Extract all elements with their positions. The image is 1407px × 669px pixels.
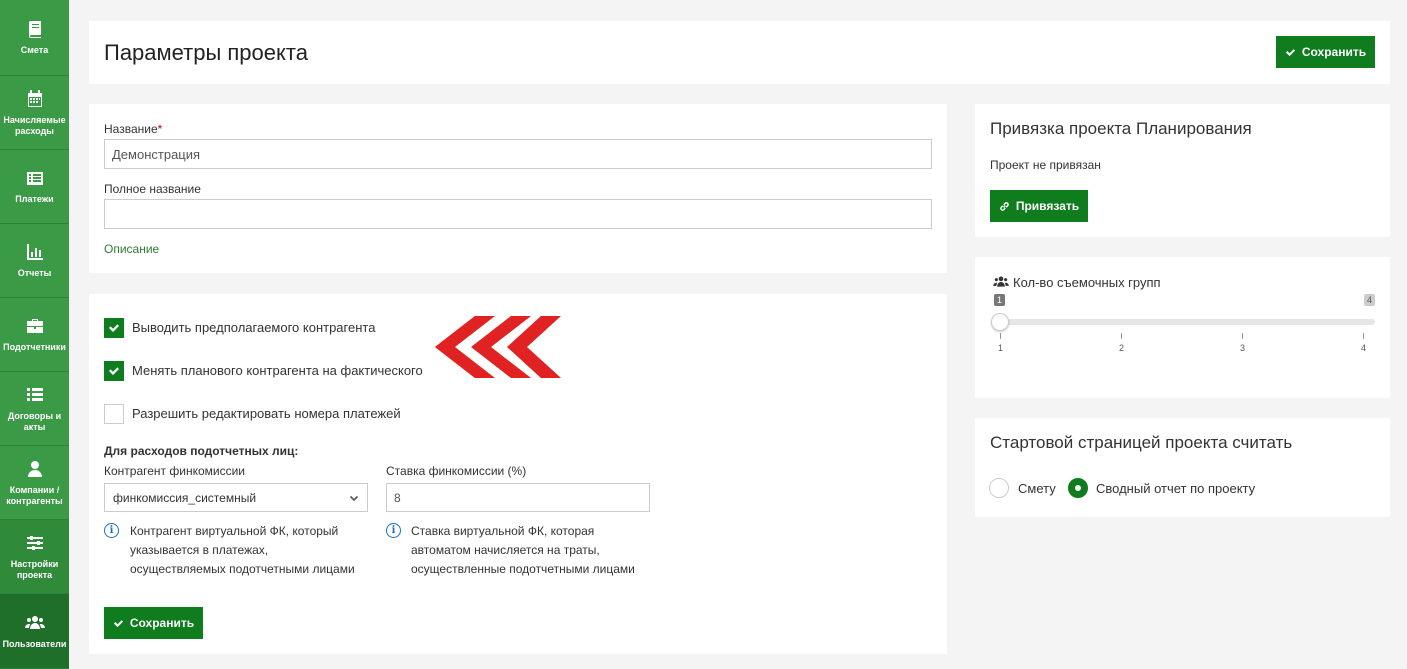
chevron-down-icon: [349, 495, 359, 501]
sidebar-item-label: Договоры и акты: [7, 410, 62, 432]
hint-line: Ставка виртуальной ФК, которая: [411, 524, 595, 538]
slider-tick-label: 2: [1119, 343, 1125, 353]
sidebar-item-estimate[interactable]: Смета: [0, 0, 69, 76]
options-save-button[interactable]: Сохранить: [104, 607, 203, 639]
check-icon: [113, 619, 123, 627]
options-save-label: Сохранить: [129, 616, 195, 630]
check-icon: [109, 367, 119, 375]
hint-line: автоматом начисляется на траты,: [411, 543, 600, 557]
briefcase-icon: [26, 319, 43, 333]
slider-tick: [1121, 333, 1122, 339]
accountable-heading: Для расходов подотчетных лиц:: [104, 444, 299, 458]
sidebar-item-label: Компании / контрагенты: [6, 484, 63, 506]
sidebar-item-label: Пользователи: [2, 638, 67, 649]
commission-rate-input[interactable]: 8: [386, 483, 650, 512]
sidebar-item-companies[interactable]: Компании / контрагенты: [0, 446, 69, 520]
slider-tick-label: 3: [1240, 343, 1246, 353]
check-icon: [1285, 48, 1295, 56]
start-page-radio-summary-label: Сводный отчет по проекту: [1096, 481, 1256, 496]
commission-counterparty-select[interactable]: финкомиссия_системный: [104, 483, 368, 512]
slider-tick-label: 4: [1361, 343, 1367, 353]
slider-tick: [1000, 333, 1001, 339]
bar-chart-icon: [26, 244, 43, 260]
sidebar-item-reports[interactable]: Отчеты: [0, 224, 69, 298]
sidebar-item-accountable[interactable]: Подотчетники: [0, 298, 69, 372]
chevron-left-arrow-icon: [435, 316, 561, 378]
hint-line: осуществленные подотчетными лицами: [411, 562, 635, 576]
slider-tick: [1363, 333, 1364, 339]
start-page-title: Стартовой страницей проекта считать: [990, 433, 1293, 452]
sidebar-item-label: Отчеты: [17, 268, 52, 278]
sidebar-item-users[interactable]: Пользователи: [0, 594, 69, 669]
planning-card: Привязка проекта Планирования Проект не …: [975, 104, 1390, 237]
list-icon: [26, 172, 43, 185]
project-name-card: Название* Демонстрация Полное название О…: [89, 104, 947, 273]
sidebar-item-payments[interactable]: Платежи: [0, 150, 69, 224]
planning-link-button[interactable]: Привязать: [990, 190, 1088, 222]
show-expected-counterparty-label: Выводить предполагаемого контрагента: [132, 320, 376, 335]
users-icon: [24, 615, 45, 629]
start-page-radio-summary[interactable]: [1068, 478, 1088, 498]
hint-line: осуществляемых подотчетными лицами: [130, 562, 355, 576]
book-icon: [28, 21, 41, 38]
change-planned-counterparty-label: Менять планового контрагента на фактичес…: [132, 363, 423, 378]
counterparty-hint: Контрагент виртуальной ФК, который указы…: [130, 522, 355, 579]
required-mark: *: [157, 122, 163, 136]
sidebar-item-contracts[interactable]: Договоры и акты: [0, 372, 69, 446]
name-label: Название*: [104, 122, 162, 136]
slider-min-badge: 1: [994, 294, 1006, 306]
hint-line: указывается в платежах,: [130, 543, 269, 557]
change-planned-counterparty-checkbox[interactable]: [104, 361, 124, 381]
sidebar-item-accrued-expenses[interactable]: Начисляемые расходы: [0, 76, 69, 150]
users-icon: [993, 276, 1009, 287]
slider-max-badge: 4: [1364, 294, 1376, 306]
sidebar-item-label: Настройки проекта: [10, 558, 59, 580]
user-icon: [27, 460, 42, 477]
planning-link-label: Привязать: [1015, 199, 1080, 213]
sidebar-item-label: Смета: [20, 45, 49, 55]
header-card: Параметры проекта Сохранить: [89, 21, 1390, 84]
hint-line: Контрагент виртуальной ФК, который: [130, 524, 339, 538]
info-icon: i: [104, 523, 119, 538]
sidebar-item-label: Платежи: [15, 194, 54, 204]
commission-rate-label: Ставка финкомиссии (%): [386, 464, 527, 478]
options-card: Выводить предполагаемого контрагента Мен…: [89, 294, 947, 654]
start-page-radio-estimate[interactable]: [989, 478, 1009, 498]
show-expected-counterparty-checkbox[interactable]: [104, 318, 124, 338]
slider-tick-label: 1: [998, 343, 1004, 353]
commission-counterparty-value: финкомиссия_системный: [113, 490, 257, 505]
crews-title: Кол-во съемочных групп: [1013, 275, 1161, 290]
header-save-button[interactable]: Сохранить: [1276, 36, 1375, 68]
sidebar-item-label: Подотчетники: [3, 342, 66, 352]
sidebar: Смета Начисляемые расходы Платежи Отчеты…: [0, 0, 69, 669]
sidebar-item-project-settings[interactable]: Настройки проекта: [0, 520, 69, 594]
crews-slider-track[interactable]: [991, 319, 1375, 325]
calendar-icon: [27, 89, 42, 107]
header-save-label: Сохранить: [1301, 45, 1367, 59]
allow-edit-payment-numbers-label: Разрешить редактировать номера платежей: [132, 406, 401, 421]
check-icon: [109, 324, 119, 332]
name-label-text: Название: [104, 122, 158, 136]
planning-status: Проект не привязан: [990, 158, 1101, 172]
description-link[interactable]: Описание: [104, 242, 159, 256]
slider-tick: [1242, 333, 1243, 339]
rate-hint: Ставка виртуальной ФК, которая автоматом…: [411, 522, 635, 579]
allow-edit-payment-numbers-checkbox[interactable]: [104, 404, 124, 424]
info-icon: i: [386, 523, 401, 538]
sliders-icon: [26, 535, 43, 550]
page-title: Параметры проекта: [104, 40, 308, 65]
fullname-label: Полное название: [104, 182, 201, 196]
fullname-input[interactable]: [104, 199, 932, 229]
link-icon: [1000, 201, 1009, 211]
crews-slider-handle[interactable]: [991, 313, 1009, 331]
sidebar-item-label: Начисляемые расходы: [3, 114, 66, 136]
commission-counterparty-label: Контрагент финкомиссии: [104, 464, 245, 478]
planning-title: Привязка проекта Планирования: [990, 119, 1252, 138]
start-page-radio-estimate-label: Смету: [1018, 481, 1056, 496]
crews-card: Кол-во съемочных групп 1 4 1 2 3 4: [975, 257, 1390, 398]
name-input[interactable]: Демонстрация: [104, 139, 932, 169]
start-page-card: Стартовой страницей проекта считать Смет…: [975, 418, 1390, 517]
list-icon: [26, 387, 43, 401]
